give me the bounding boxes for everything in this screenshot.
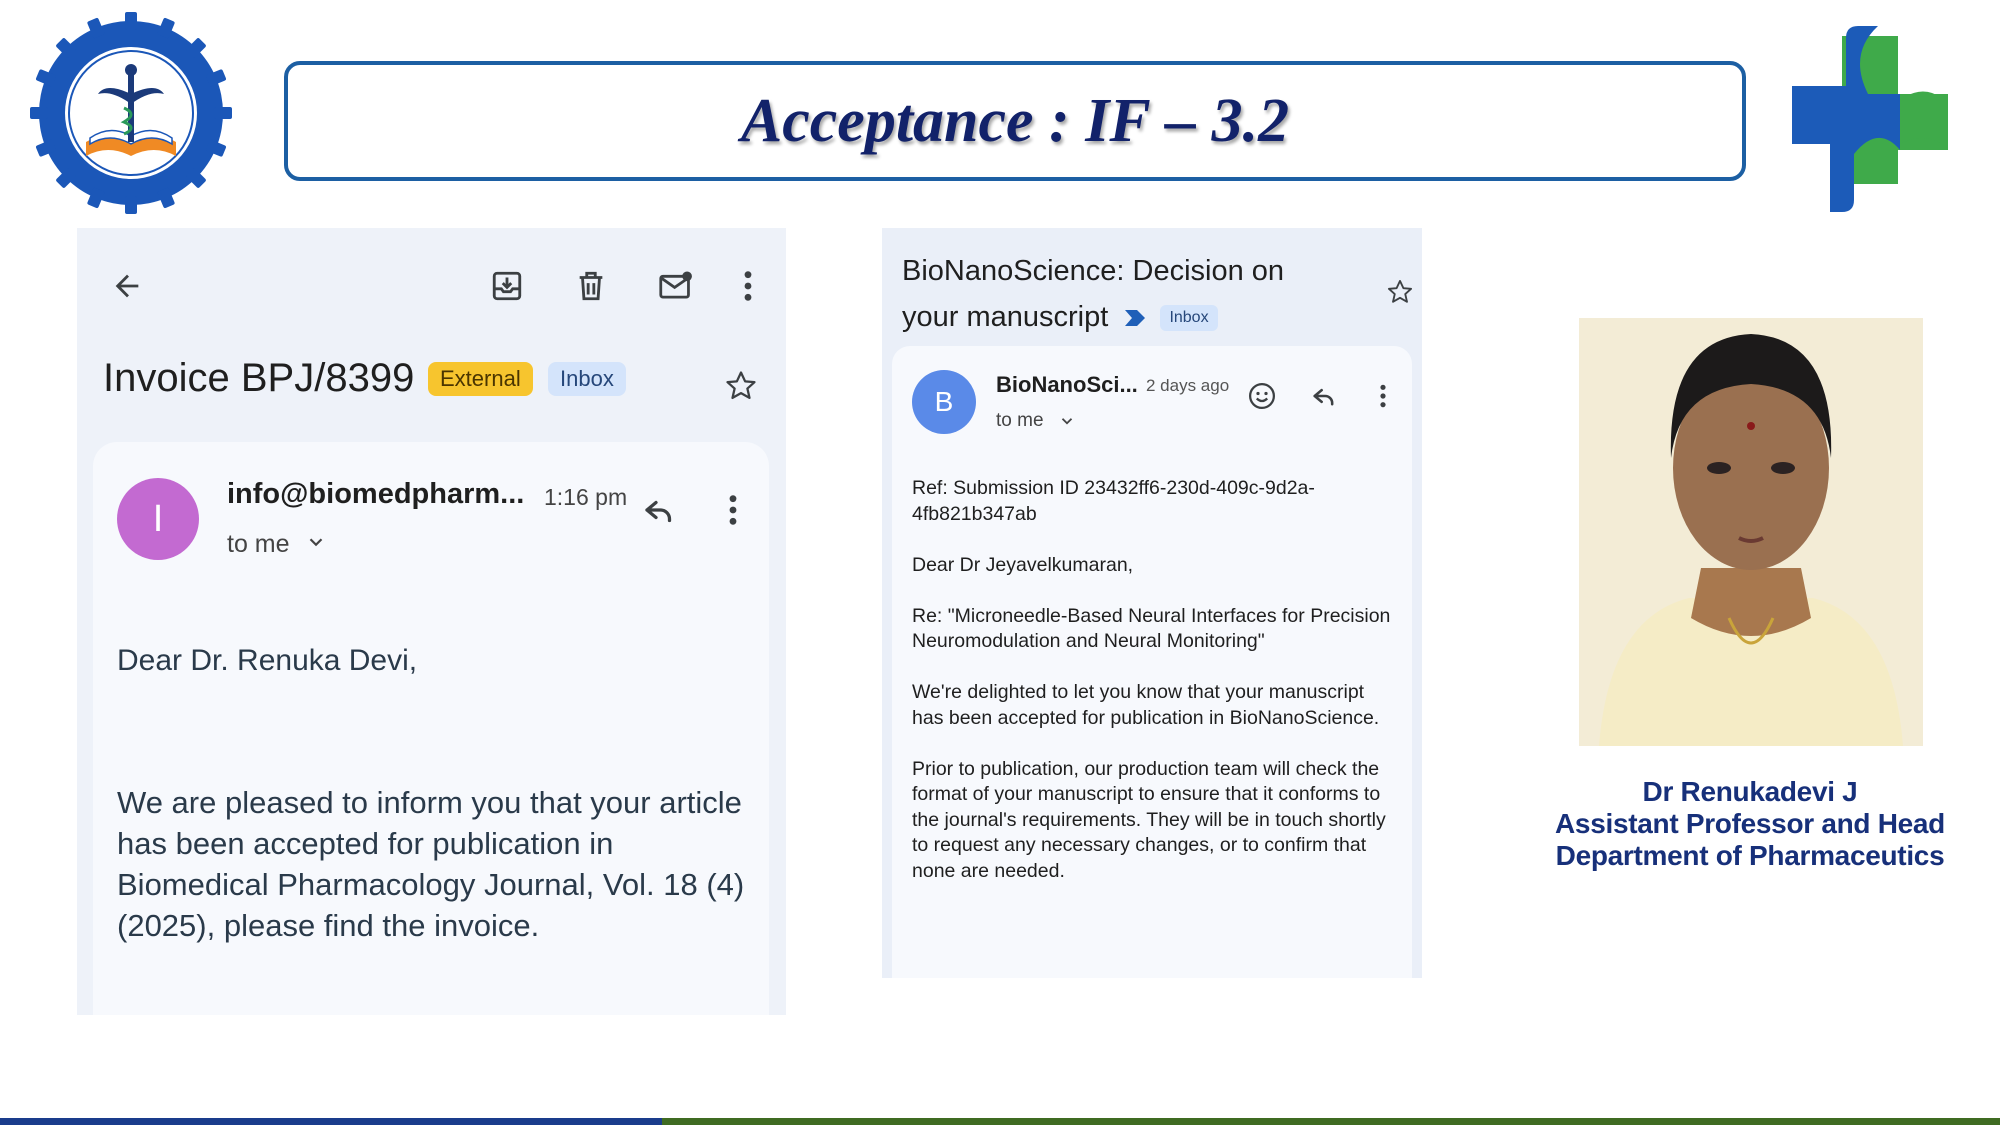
email-greeting: Dear Dr Jeyavelkumaran,	[912, 553, 1134, 576]
email-body: Ref: Submission ID 23432ff6-230d-409c-9d…	[912, 476, 1392, 910]
production-paragraph: Prior to publication, our production tea…	[912, 757, 1386, 882]
inbox-badge[interactable]: Inbox	[548, 362, 626, 396]
more-vert-icon[interactable]	[733, 266, 763, 306]
acceptance-paragraph: We're delighted to let you know that you…	[912, 681, 1380, 729]
mark-unread-icon[interactable]	[655, 266, 697, 306]
email-body: We are pleased to inform you that your a…	[117, 785, 745, 943]
star-outline-icon[interactable]	[1384, 276, 1416, 308]
archive-icon[interactable]	[487, 266, 527, 306]
profile-role: Assistant Professor and Head	[1555, 808, 1945, 839]
profile-department: Department of Pharmaceutics	[1555, 840, 1945, 871]
received-time: 1:16 pm	[544, 484, 628, 510]
more-vert-icon[interactable]	[1372, 380, 1394, 412]
emoji-smile-icon[interactable]	[1246, 380, 1278, 412]
invoice-email-screenshot: Invoice BPJ/8399 External Inbox I info@b…	[77, 228, 786, 1015]
sender-address[interactable]: info@biomedpharm...	[227, 478, 524, 511]
footer-bar-green	[662, 1118, 2000, 1125]
received-time: 2 days ago	[1146, 376, 1230, 395]
external-badge: External	[428, 362, 533, 396]
footer-bar-blue	[0, 1118, 662, 1125]
submission-ref: Ref: Submission ID 23432ff6-230d-409c-9d…	[912, 477, 1315, 525]
chevron-down-icon[interactable]	[305, 531, 327, 553]
slide-title: Acceptance : IF – 3.2	[740, 86, 1290, 155]
avatar[interactable]: B	[912, 370, 976, 434]
reply-icon[interactable]	[639, 490, 679, 530]
avatar[interactable]: I	[117, 478, 199, 560]
important-marker-icon[interactable]	[1124, 309, 1146, 327]
profile-caption: Dr Renukadevi J Assistant Professor and …	[1530, 776, 1970, 872]
profile-name: Dr Renukadevi J	[1642, 776, 1858, 807]
email-subject: Invoice BPJ/8399	[103, 356, 415, 400]
decision-email-screenshot: BioNanoScience: Decision on your manuscr…	[882, 228, 1422, 978]
email-greeting: Dear Dr. Renuka Devi,	[117, 644, 418, 677]
recipient-toggle[interactable]: to me	[996, 410, 1044, 432]
chevron-down-icon[interactable]	[1058, 412, 1076, 430]
institute-seal-logo	[28, 10, 234, 216]
email-subject-text: BioNanoScience: Decision on your manuscr…	[902, 255, 1285, 333]
star-outline-icon[interactable]	[721, 366, 761, 406]
medical-cross-logo	[1782, 14, 1958, 220]
slide-title-box: Acceptance : IF – 3.2	[284, 61, 1746, 181]
email-subject: BioNanoScience: Decision on your manuscr…	[902, 248, 1342, 340]
portrait-photo	[1579, 318, 1923, 746]
recipient-toggle[interactable]: to me	[227, 530, 290, 559]
sender-name[interactable]: BioNanoSci...	[996, 372, 1138, 398]
trash-icon[interactable]	[571, 266, 611, 306]
manuscript-title: Re: "Microneedle-Based Neural Interfaces…	[912, 604, 1391, 653]
arrow-left-icon[interactable]	[107, 266, 147, 306]
more-vert-icon[interactable]	[718, 490, 748, 530]
inbox-badge[interactable]: Inbox	[1160, 305, 1218, 332]
reply-icon[interactable]	[1308, 380, 1340, 412]
